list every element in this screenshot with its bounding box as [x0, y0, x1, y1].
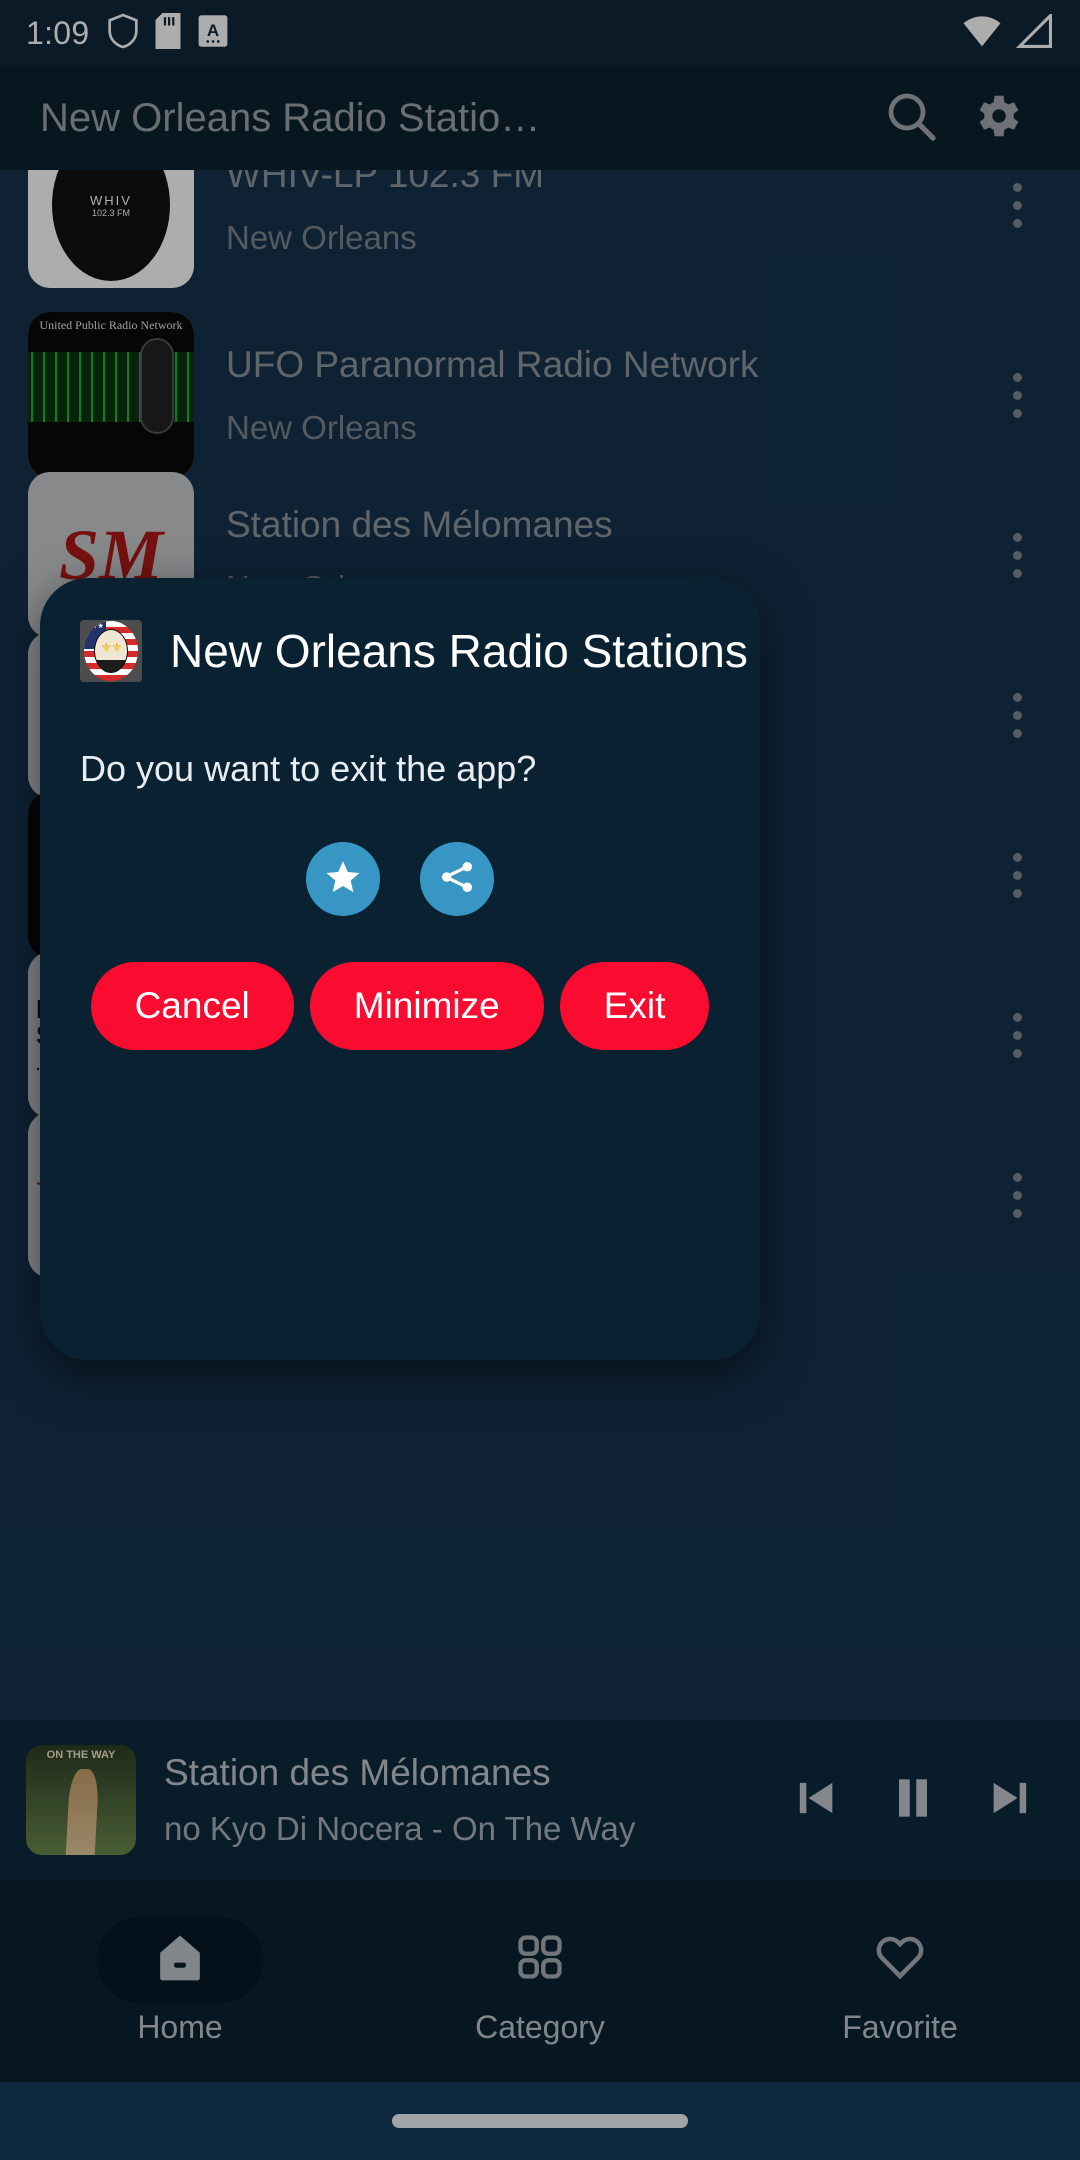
dialog-title: New Orleans Radio Stations [170, 625, 748, 677]
dialog-social-actions [80, 842, 720, 916]
us-flag-fleur-de-lis-icon: ⚜⚜ [80, 620, 142, 682]
star-icon [323, 857, 363, 902]
share-app-button[interactable] [420, 842, 494, 916]
dialog-message: Do you want to exit the app? [80, 748, 537, 789]
exit-button[interactable]: Exit [559, 962, 710, 1050]
minimize-button[interactable]: Minimize [309, 962, 544, 1050]
share-icon [438, 858, 476, 901]
dialog-header: ⚜⚜ New Orleans Radio Stations [80, 578, 748, 682]
rate-app-button[interactable] [306, 842, 380, 916]
exit-dialog: ⚜⚜ New Orleans Radio Stations Do you wan… [40, 578, 760, 1360]
phone-screen: 1:09 A New Orleans Radio Statio… WHIV 10… [0, 0, 1080, 2160]
cancel-button[interactable]: Cancel [90, 962, 294, 1050]
dialog-action-buttons: Cancel Minimize Exit [80, 962, 720, 1050]
